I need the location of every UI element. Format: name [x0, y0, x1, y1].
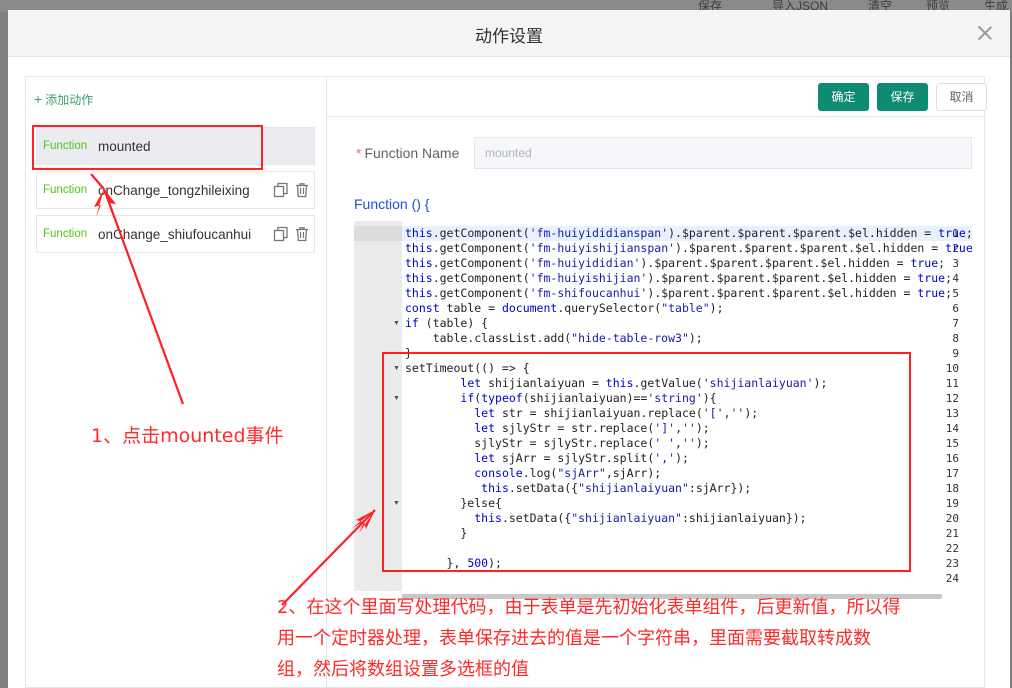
line-number: 22: [945, 542, 959, 555]
function-tag: Function: [43, 184, 88, 196]
plus-icon: +: [34, 91, 43, 107]
action-toolbar: 确定 保存 取消: [327, 77, 987, 117]
timeout-code-highlight-box: [382, 352, 911, 572]
code-line: this.getComponent('fm-huiyishijianspan')…: [405, 241, 972, 255]
confirm-button[interactable]: 确定: [818, 83, 869, 111]
line-number: 6: [952, 302, 959, 315]
action-settings-dialog: 动作设置 + 添加动作 Function mounted Function onC…: [8, 10, 1010, 688]
copy-icon[interactable]: [273, 226, 289, 242]
line-number: 10: [945, 362, 959, 375]
code-line: if (table) {: [405, 316, 489, 330]
function-item-onchange-shiufoucanhui[interactable]: Function onChange_shiufoucanhui: [36, 215, 315, 253]
cancel-button[interactable]: 取消: [936, 83, 987, 111]
dialog-title: 动作设置: [475, 27, 543, 46]
function-item-onchange-tongzhileixing[interactable]: Function onChange_tongzhileixing: [36, 171, 315, 209]
line-number: 24: [945, 572, 959, 585]
code-line: table.classList.add("hide-table-row3");: [405, 331, 703, 345]
function-declaration: Function () {: [354, 196, 430, 212]
function-name-label: * Function Name: [356, 145, 460, 161]
function-name-input[interactable]: mounted: [474, 137, 972, 169]
line-number: 21: [945, 527, 959, 540]
line-number: 5: [952, 287, 959, 300]
save-button[interactable]: 保存: [877, 83, 928, 111]
annotation-step-2: 2、在这个里面写处理代码，由于表单是先初始化表单组件，后更新值，所以得 用一个定…: [277, 597, 901, 680]
line-number: 9: [952, 347, 959, 360]
function-tag: Function: [43, 228, 88, 240]
code-line: const table = document.querySelector("ta…: [405, 301, 724, 315]
line-number: 7: [952, 317, 959, 330]
line-number: 8: [952, 332, 959, 345]
line-number: 19: [945, 497, 959, 510]
line-number: 18: [945, 482, 959, 495]
mounted-highlight-box: [32, 125, 263, 170]
code-line: this.getComponent('fm-huiyididianspan').…: [405, 226, 972, 240]
code-line: this.getComponent('fm-huiyishijian').$pa…: [405, 271, 953, 285]
function-name: onChange_shiufoucanhui: [98, 227, 252, 242]
dialog-header: 动作设置: [8, 10, 1010, 57]
line-number: 17: [945, 467, 959, 480]
copy-icon[interactable]: [273, 182, 289, 198]
add-action-label: 添加动作: [45, 93, 94, 107]
line-number: 20: [945, 512, 959, 525]
line-number: 4: [952, 272, 959, 285]
line-number: 13: [945, 407, 959, 420]
line-number: 23: [945, 557, 959, 570]
fold-arrow-icon[interactable]: ▼: [393, 320, 400, 327]
add-action-button[interactable]: + 添加动作: [34, 91, 93, 108]
line-number: 11: [945, 377, 959, 390]
line-number: 3: [952, 257, 959, 270]
annotation-step-1: 1、点击mounted事件: [91, 425, 284, 447]
trash-icon[interactable]: [294, 226, 310, 242]
close-icon[interactable]: [976, 24, 994, 42]
line-number: 12: [945, 392, 959, 405]
code-line: this.getComponent('fm-huiyididian').$par…: [405, 256, 946, 270]
line-number: 15: [945, 437, 959, 450]
line-number: 16: [945, 452, 959, 465]
function-name: onChange_tongzhileixing: [98, 183, 250, 198]
active-line-gutter: [354, 226, 402, 241]
code-line: this.getComponent('fm-shifoucanhui').$pa…: [405, 286, 953, 300]
line-number: 14: [945, 422, 959, 435]
trash-icon[interactable]: [294, 182, 310, 198]
